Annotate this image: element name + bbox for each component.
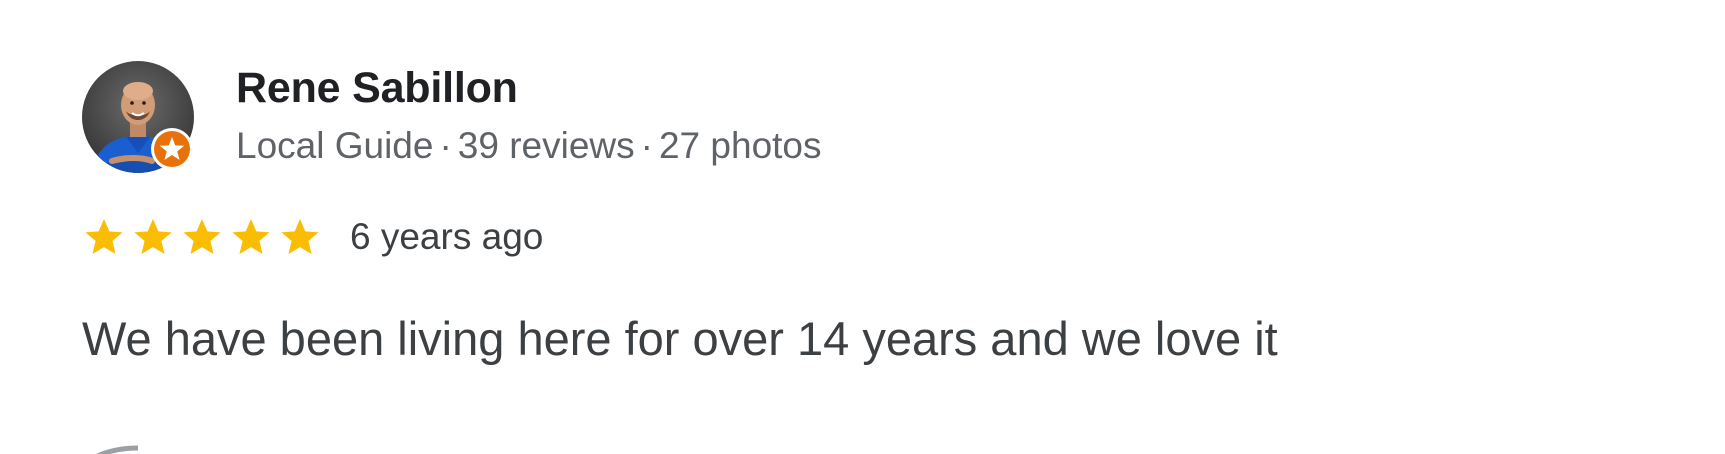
- star-icon: [134, 219, 172, 255]
- star-icon: [232, 219, 270, 255]
- meta-separator: ·: [640, 125, 653, 166]
- local-guide-label: Local Guide: [236, 125, 434, 166]
- star-icon: [85, 219, 123, 255]
- review-card: Rene Sabillon Local Guide · 39 reviews · 27 …: [0, 0, 1725, 454]
- star-rating: [82, 215, 322, 259]
- local-guide-badge-icon: [151, 128, 193, 170]
- review-date: 6 years ago: [350, 216, 544, 257]
- photo-count: 27 photos: [658, 125, 822, 166]
- star-icon: [183, 219, 221, 255]
- reviewer-name[interactable]: Rene Sabillon: [236, 62, 518, 114]
- rating-row: 6 years ago: [82, 212, 543, 262]
- next-review-avatar-peek: [96, 445, 139, 454]
- meta-separator: ·: [439, 125, 452, 166]
- review-text: We have been living here for over 14 yea…: [82, 312, 1278, 365]
- reviewer-meta[interactable]: Local Guide · 39 reviews · 27 photos: [236, 124, 822, 168]
- review-count: 39 reviews: [457, 125, 635, 166]
- reviewer-avatar[interactable]: [82, 61, 194, 173]
- star-icon: [281, 219, 319, 255]
